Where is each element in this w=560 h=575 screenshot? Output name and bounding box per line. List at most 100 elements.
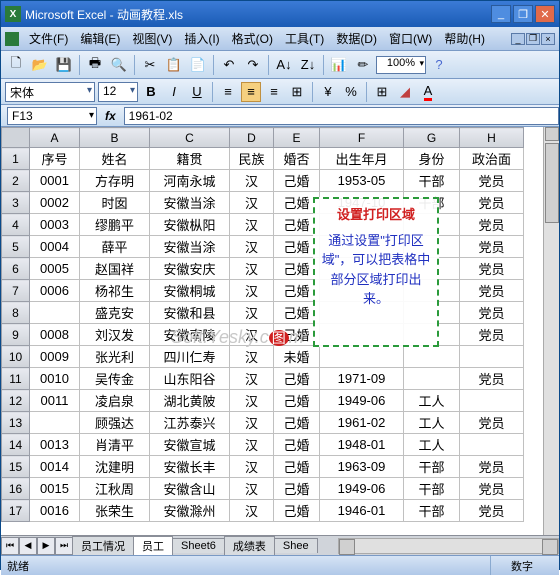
tab-next-button[interactable]: ▶ — [37, 537, 55, 555]
row-header[interactable]: 2 — [2, 170, 30, 192]
cell[interactable]: 己婚 — [274, 478, 320, 500]
cell[interactable]: 未婚 — [274, 346, 320, 368]
menu-insert[interactable]: 插入(I) — [178, 28, 225, 49]
row-header[interactable]: 5 — [2, 236, 30, 258]
drawing-button[interactable]: ✏ — [352, 54, 374, 76]
cell[interactable]: 时囡 — [80, 192, 150, 214]
menu-help[interactable]: 帮助(H) — [438, 28, 491, 49]
formula-input[interactable]: 1961-02 — [124, 107, 559, 125]
cell[interactable]: 汉 — [230, 346, 274, 368]
cell[interactable]: 0003 — [30, 214, 80, 236]
font-color-button[interactable]: A — [418, 82, 438, 102]
cell[interactable]: 安徽安庆 — [150, 258, 230, 280]
row-header[interactable]: 16 — [2, 478, 30, 500]
sheet-tab[interactable]: Shee — [274, 538, 318, 553]
align-right-button[interactable]: ≡ — [264, 82, 284, 102]
cell[interactable]: 0001 — [30, 170, 80, 192]
cell[interactable]: 党员 — [460, 302, 524, 324]
cell[interactable]: 0011 — [30, 390, 80, 412]
cell[interactable]: 汉 — [230, 258, 274, 280]
cell[interactable]: 干部 — [404, 456, 460, 478]
row-header[interactable]: 3 — [2, 192, 30, 214]
row-header[interactable]: 8 — [2, 302, 30, 324]
save-button[interactable]: 💾 — [53, 54, 75, 76]
cell[interactable]: 党员 — [460, 500, 524, 522]
cell[interactable]: 汉 — [230, 214, 274, 236]
fill-color-button[interactable]: ◢ — [395, 82, 415, 102]
col-header[interactable]: B — [80, 128, 150, 148]
menu-format[interactable]: 格式(O) — [226, 28, 279, 49]
spreadsheet-grid[interactable]: ABCDEFGH1序号姓名籍贯民族婚否出生年月身份政治面20001方存明河南永城… — [1, 127, 524, 522]
cell[interactable]: 1963-09 — [320, 456, 404, 478]
open-button[interactable]: 📂 — [29, 54, 51, 76]
doc-min-button[interactable]: _ — [511, 33, 525, 45]
cell[interactable]: 党员 — [460, 214, 524, 236]
cell[interactable]: 0009 — [30, 346, 80, 368]
cell[interactable]: 汉 — [230, 500, 274, 522]
tab-prev-button[interactable]: ◀ — [19, 537, 37, 555]
cell[interactable]: 0004 — [30, 236, 80, 258]
cell[interactable]: 安徽和县 — [150, 302, 230, 324]
row-header[interactable]: 9 — [2, 324, 30, 346]
cell[interactable]: 干部 — [404, 500, 460, 522]
sheet-tab[interactable]: Sheet6 — [172, 538, 225, 553]
name-box[interactable]: F13 — [7, 107, 97, 125]
cell[interactable]: 山东阳谷 — [150, 368, 230, 390]
merge-button[interactable]: ⊞ — [287, 82, 307, 102]
cell[interactable]: 序号 — [30, 148, 80, 170]
row-header[interactable]: 4 — [2, 214, 30, 236]
menu-window[interactable]: 窗口(W) — [383, 28, 438, 49]
cell[interactable]: 汉 — [230, 390, 274, 412]
cell[interactable]: 党员 — [460, 478, 524, 500]
cell[interactable]: 民族 — [230, 148, 274, 170]
cell[interactable]: 干部 — [404, 170, 460, 192]
cell[interactable]: 安徽桐城 — [150, 280, 230, 302]
row-header[interactable]: 6 — [2, 258, 30, 280]
currency-button[interactable]: ¥ — [318, 82, 338, 102]
cell[interactable]: 安徽当涂 — [150, 192, 230, 214]
doc-max-button[interactable]: ❐ — [526, 33, 540, 45]
align-left-button[interactable]: ≡ — [218, 82, 238, 102]
print-button[interactable]: 🖶 — [84, 54, 106, 76]
sort-desc-button[interactable]: Z↓ — [297, 54, 319, 76]
underline-button[interactable]: U — [187, 82, 207, 102]
undo-button[interactable]: ↶ — [218, 54, 240, 76]
cell[interactable]: 己婚 — [274, 434, 320, 456]
cell[interactable]: 安徽南陵 — [150, 324, 230, 346]
cell[interactable]: 0008 — [30, 324, 80, 346]
cell[interactable] — [460, 390, 524, 412]
cell[interactable] — [30, 302, 80, 324]
cell[interactable]: 籍贯 — [150, 148, 230, 170]
select-all-corner[interactable] — [2, 128, 30, 148]
menu-file[interactable]: 文件(F) — [23, 28, 74, 49]
cell[interactable]: 1949-06 — [320, 390, 404, 412]
size-combo[interactable]: 12 — [98, 82, 138, 102]
zoom-combo[interactable]: 100% — [376, 56, 426, 74]
vertical-scrollbar[interactable] — [543, 127, 559, 535]
cell[interactable]: 己婚 — [274, 368, 320, 390]
cell[interactable]: 安徽枞阳 — [150, 214, 230, 236]
cell[interactable]: 薛平 — [80, 236, 150, 258]
menu-data[interactable]: 数据(D) — [330, 28, 383, 49]
row-header[interactable]: 10 — [2, 346, 30, 368]
cell[interactable] — [30, 412, 80, 434]
cell[interactable]: 党员 — [460, 170, 524, 192]
preview-button[interactable]: 🔍 — [108, 54, 130, 76]
copy-button[interactable]: 📋 — [163, 54, 185, 76]
cell[interactable]: 1948-01 — [320, 434, 404, 456]
cell[interactable]: 杨祁生 — [80, 280, 150, 302]
cell[interactable]: 出生年月 — [320, 148, 404, 170]
cell[interactable]: 党员 — [460, 258, 524, 280]
cell[interactable]: 湖北黄陂 — [150, 390, 230, 412]
cell[interactable]: 己婚 — [274, 500, 320, 522]
cell[interactable]: 己婚 — [274, 412, 320, 434]
percent-button[interactable]: % — [341, 82, 361, 102]
cell[interactable]: 干部 — [404, 478, 460, 500]
fx-icon[interactable]: fx — [105, 109, 116, 123]
cell[interactable]: 己婚 — [274, 456, 320, 478]
col-header[interactable]: H — [460, 128, 524, 148]
cell[interactable]: 赵国祥 — [80, 258, 150, 280]
cell[interactable]: 党员 — [460, 324, 524, 346]
cell[interactable]: 0013 — [30, 434, 80, 456]
menu-view[interactable]: 视图(V) — [126, 28, 178, 49]
